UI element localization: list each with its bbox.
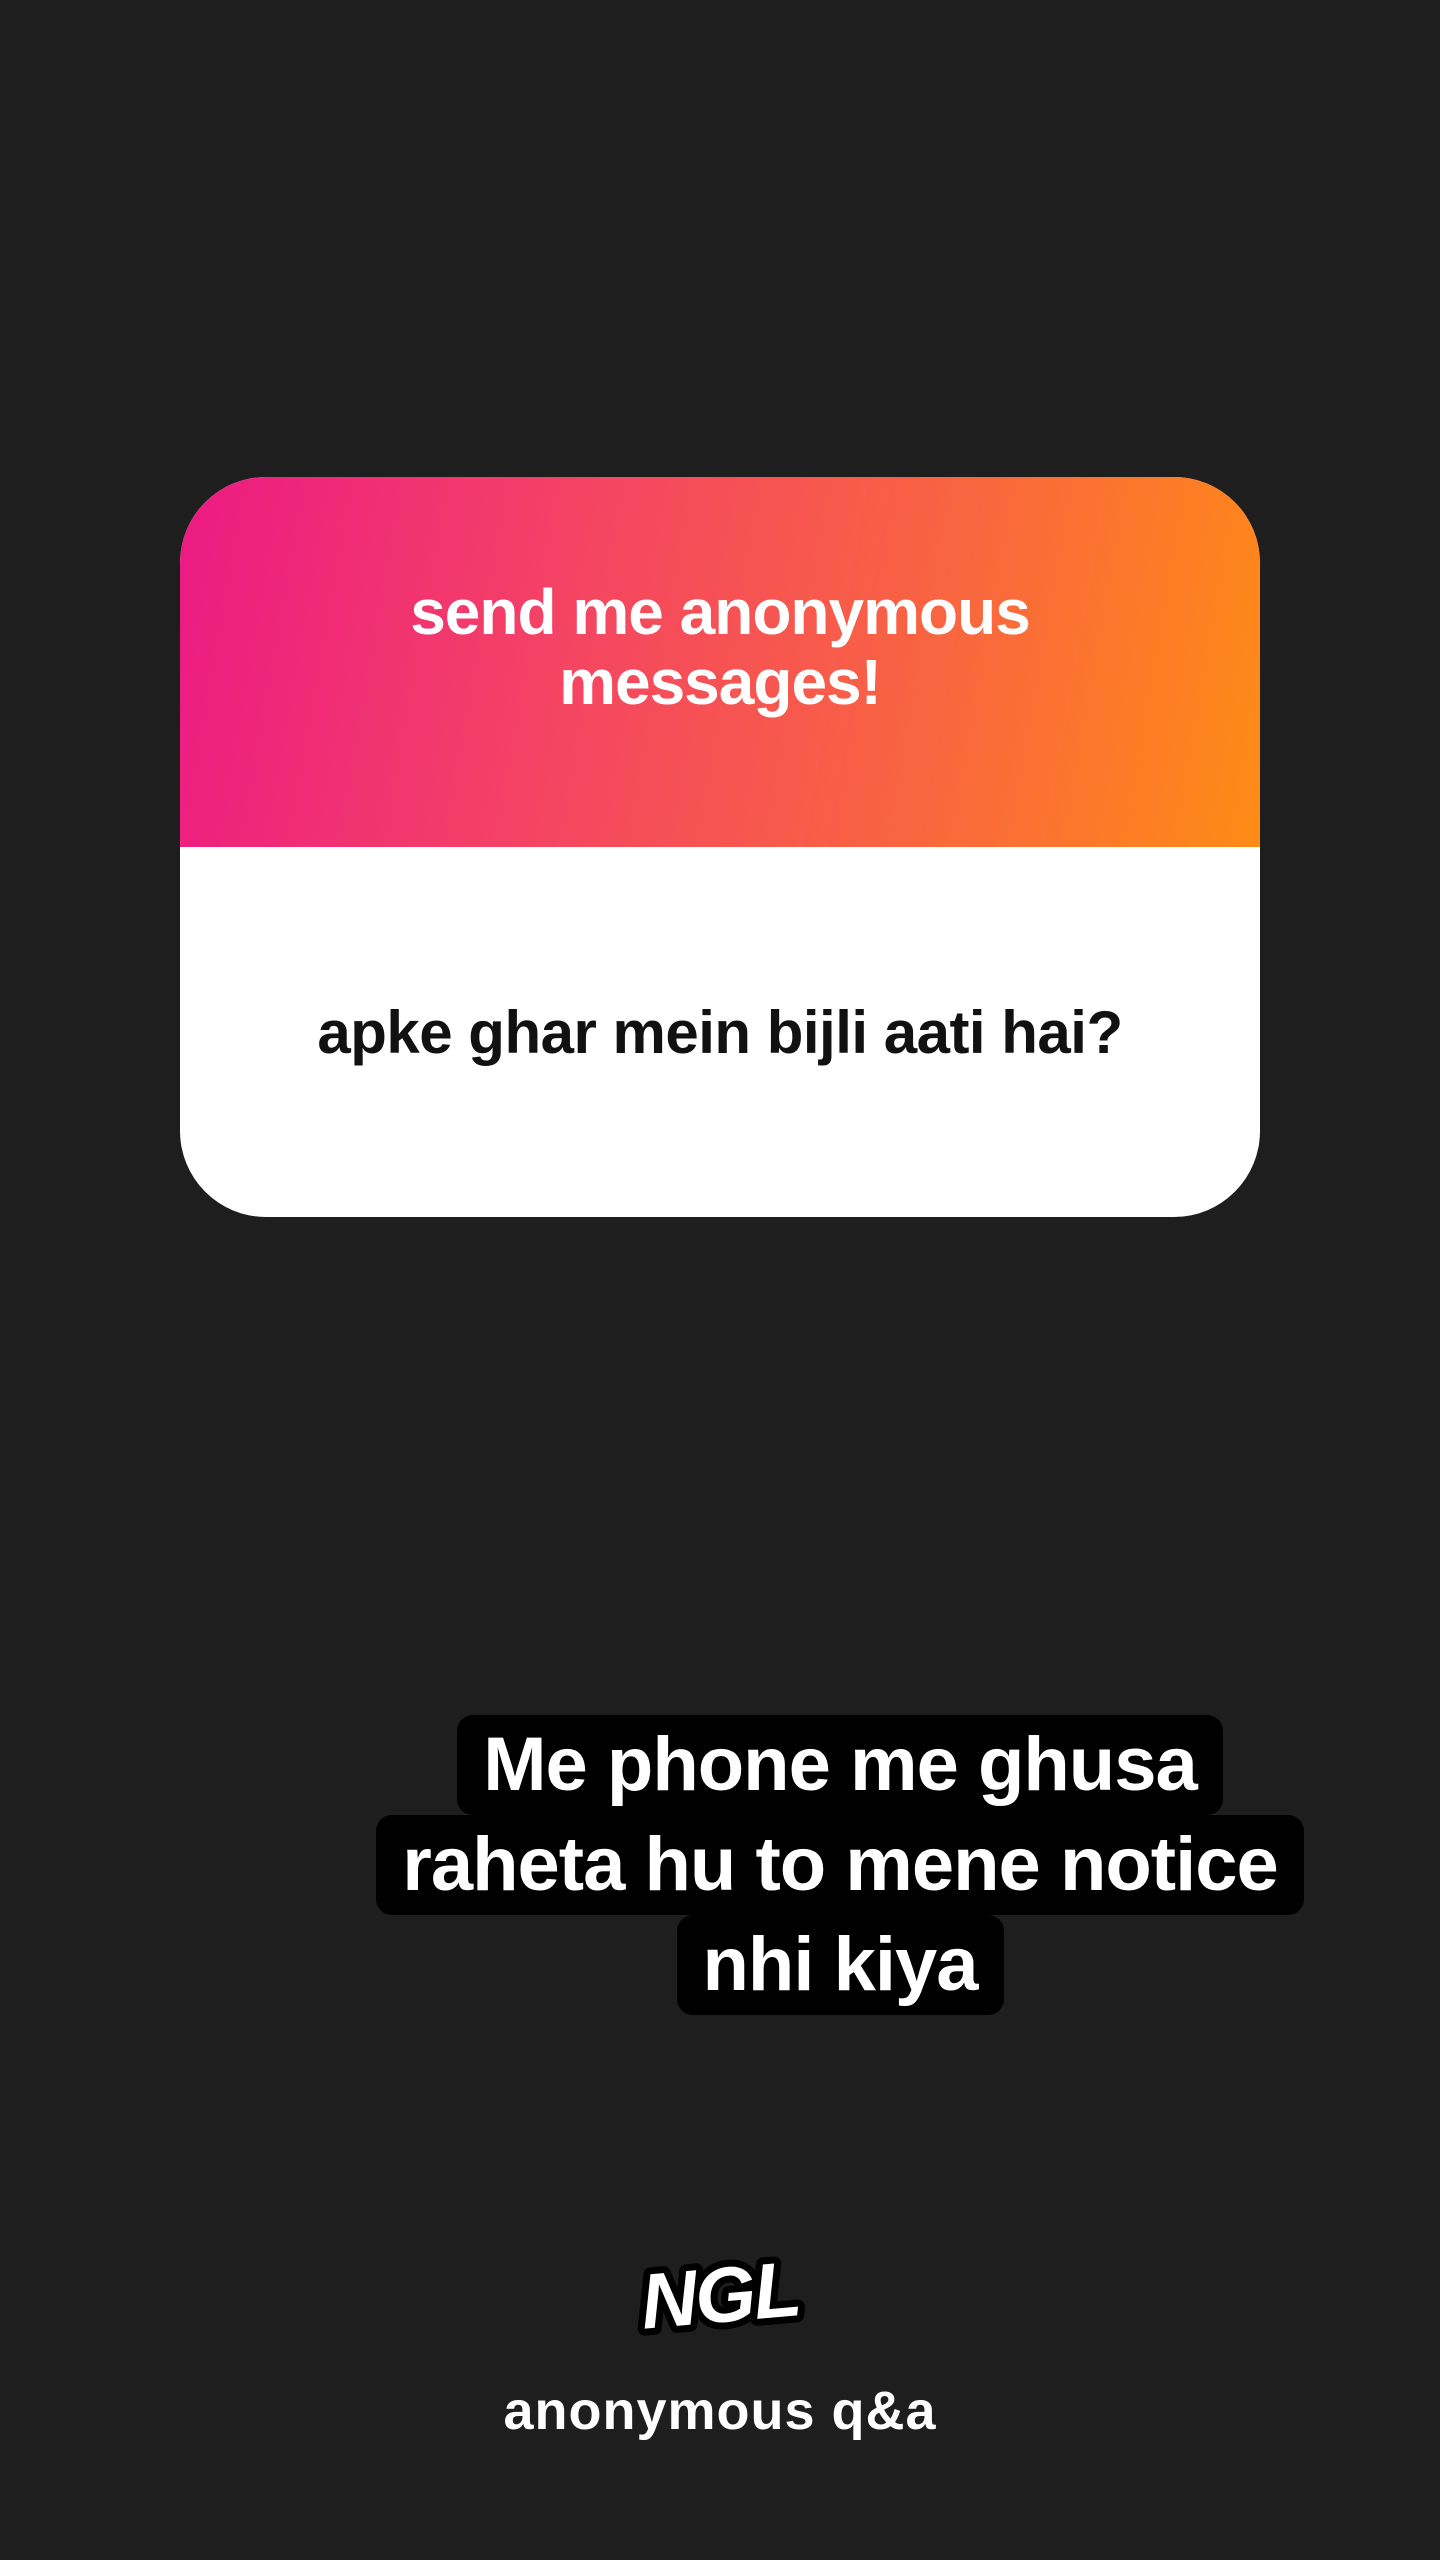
- card-header: send me anonymous messages!: [180, 477, 1260, 847]
- reply-line: nhi kiya: [676, 1915, 1004, 2015]
- tagline: anonymous q&a: [503, 2381, 937, 2441]
- reply-line: raheta hu to mene notice: [376, 1815, 1304, 1915]
- reply-line: Me phone me ghusa: [457, 1715, 1223, 1815]
- question-card: send me anonymous messages! apke ghar me…: [180, 477, 1260, 1217]
- question-text: apke ghar mein bijli aati hai?: [317, 998, 1123, 1066]
- ngl-logo: NGL: [620, 2240, 820, 2350]
- svg-text:NGL: NGL: [637, 2244, 803, 2345]
- card-title: send me anonymous messages!: [410, 576, 1031, 718]
- card-body: apke ghar mein bijli aati hai?: [180, 847, 1260, 1217]
- ngl-logo-icon: NGL: [630, 2240, 810, 2350]
- reply-text: Me phone me ghusa raheta hu to mene noti…: [300, 1715, 1380, 2015]
